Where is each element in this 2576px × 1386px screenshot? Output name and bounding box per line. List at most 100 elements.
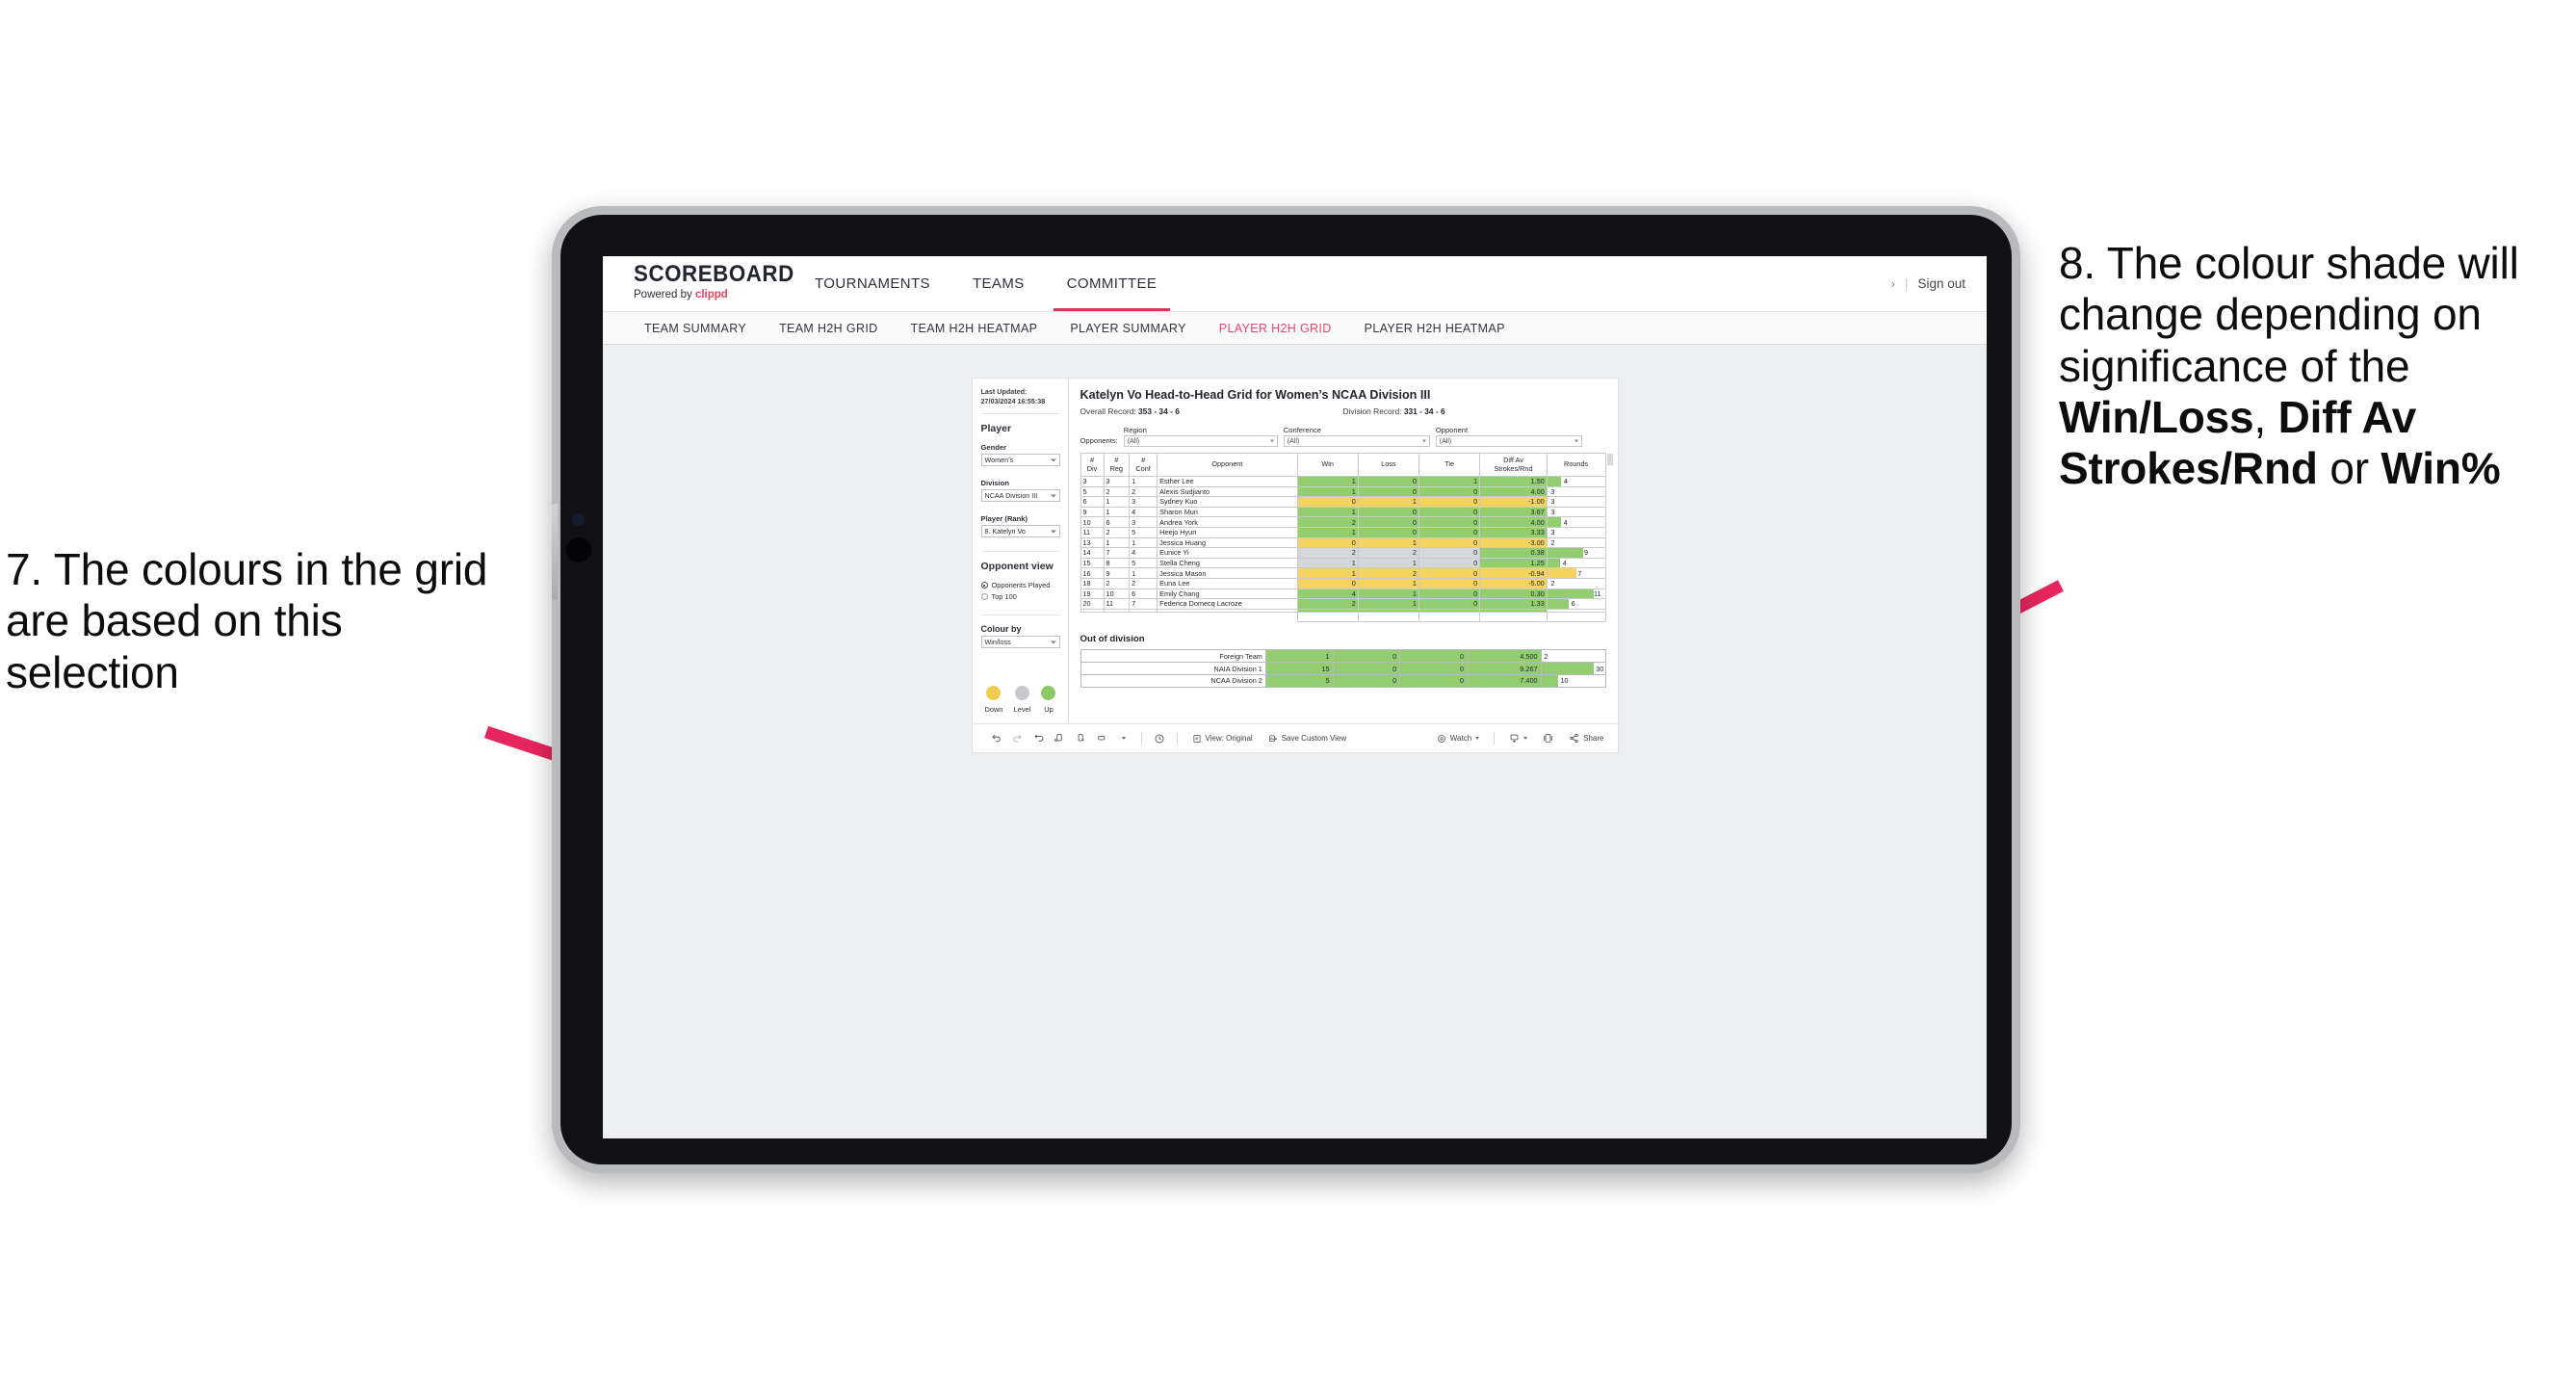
redo-icon[interactable] [1007, 733, 1028, 744]
table-row[interactable]: 13 1 1 Jessica Huang 0 1 0 -3.00 2 [1080, 536, 1606, 549]
cell-win: 1 [1296, 506, 1359, 518]
table-row[interactable]: 6 1 3 Sydney Kuo 0 1 0 -1.00 3 [1080, 496, 1606, 508]
division-select[interactable]: NCAA Division III [980, 489, 1060, 503]
empty-left [1080, 612, 1297, 622]
subnav-player-h2h-grid[interactable]: PLAYER H2H GRID [1203, 322, 1348, 335]
region-select[interactable]: (All) [1123, 435, 1278, 447]
player-rank-select[interactable]: 8. Katelyn Vo [980, 525, 1060, 538]
chevron-down-icon [1050, 641, 1056, 644]
gender-select[interactable]: Women’s [980, 454, 1060, 467]
legend-down: Down [985, 686, 1002, 714]
chevron-down-icon[interactable] [1113, 737, 1134, 741]
subnav-team-h2h-grid[interactable]: TEAM H2H GRID [763, 322, 894, 335]
table-empty-space [1080, 611, 1606, 623]
legend-up: Up [1041, 686, 1056, 714]
empty-win [1296, 611, 1359, 623]
subnav-player-summary[interactable]: PLAYER SUMMARY [1054, 322, 1202, 335]
cell-div: 16 [1080, 567, 1105, 579]
table-row[interactable]: NCAA Division 2 5 0 0 7.400 10 [1080, 673, 1606, 688]
signout-link[interactable]: Sign out [1917, 276, 1965, 291]
download-button[interactable] [1501, 733, 1535, 744]
cell-conf: 5 [1129, 557, 1158, 569]
history-icon[interactable] [1149, 733, 1170, 745]
brand-logo[interactable]: SCOREBOARD Powered by clippd [603, 256, 794, 311]
watch-button[interactable]: Watch [1429, 734, 1487, 744]
dashboard-body: Last Updated: 27/03/2024 16:55:38 Player… [973, 379, 1618, 724]
cell-opponent: Federica Domecq Lacroze [1157, 598, 1298, 610]
nav-committee[interactable]: COMMITTEE [1046, 256, 1179, 311]
conference-select[interactable]: (All) [1283, 435, 1430, 447]
cell-div: 19 [1080, 588, 1105, 600]
colour-by-label: Colour by [980, 624, 1022, 635]
opponents-tag: Opponents: [1080, 436, 1118, 445]
cell-rounds: 6 [1546, 598, 1606, 610]
radio-top-100[interactable]: Top 100 [980, 592, 1060, 601]
table-row[interactable]: 5 2 2 Alexis Sudjianto 1 0 0 4.00 3 [1080, 485, 1606, 498]
table-row[interactable]: NAIA Division 1 15 0 0 9.267 30 [1080, 662, 1606, 675]
cell-tie: 0 [1418, 557, 1481, 569]
table-row[interactable]: Foreign Team 1 0 0 4.500 2 [1080, 649, 1606, 664]
subnav-player-h2h-heatmap[interactable]: PLAYER H2H HEATMAP [1348, 322, 1522, 335]
table-row[interactable]: 14 7 4 Eunice Yi 2 2 0 0.38 9 [1080, 547, 1606, 559]
chevron-down-icon [1421, 439, 1426, 443]
view-original-button[interactable]: View: Original [1184, 734, 1261, 744]
refresh-icon[interactable] [1050, 733, 1071, 744]
cell-rounds: 2 [1546, 577, 1606, 589]
cell-loss: 1 [1357, 557, 1419, 569]
undo-icon[interactable] [986, 733, 1007, 744]
table-row[interactable]: 3 3 1 Esther Lee 1 0 1 1.50 4 [1080, 476, 1606, 487]
cell-opponent: Jessica Huang [1157, 536, 1298, 549]
cell-rounds: 10 [1540, 673, 1606, 688]
rounds-value: 4 [1563, 517, 1568, 527]
cell-rounds: 9 [1546, 547, 1606, 559]
cell-tie: 1 [1418, 476, 1481, 487]
cell-loss: 0 [1332, 673, 1401, 688]
cell-win: 2 [1296, 516, 1359, 528]
cell-conf: 5 [1129, 526, 1158, 538]
annotation-text: , [2253, 392, 2278, 443]
pause-icon[interactable] [1071, 733, 1092, 744]
vertical-scrollbar-thumb[interactable] [1606, 454, 1613, 465]
subnav-team-summary[interactable]: TEAM SUMMARY [628, 322, 763, 335]
colour-by-select[interactable]: Win/loss [980, 636, 1060, 649]
cell-win: 2 [1296, 547, 1359, 559]
opponent-filters: Opponents: Region (All) Conference (All)… [1080, 426, 1606, 447]
cell-opponent: Esther Lee [1157, 476, 1298, 487]
cell-tie: 0 [1418, 506, 1481, 518]
table-row[interactable]: 10 6 3 Andrea York 2 0 0 4.00 4 [1080, 516, 1606, 528]
highlight-icon[interactable] [1092, 733, 1113, 744]
table-row[interactable]: 16 9 1 Jessica Mason 1 2 0 -0.94 7 [1080, 567, 1606, 579]
gender-value: Women’s [984, 456, 1014, 465]
table-row[interactable]: 15 8 5 Stella Cheng 1 1 0 1.25 4 [1080, 557, 1606, 569]
subnav-team-h2h-heatmap[interactable]: TEAM H2H HEATMAP [895, 322, 1054, 335]
table-row[interactable]: 11 2 5 Heejo Hyun 1 0 0 3.33 3 [1080, 526, 1606, 538]
chevron-right-icon[interactable]: › [1891, 276, 1895, 291]
cell-rounds: 4 [1546, 476, 1606, 487]
nav-tournaments[interactable]: TOURNAMENTS [794, 256, 951, 311]
share-button[interactable]: Share [1561, 733, 1617, 744]
tablet-device: SCOREBOARD Powered by clippd TOURNAMENTS… [552, 206, 2020, 1173]
cell-rounds: 3 [1546, 485, 1606, 498]
cell-reg: 2 [1103, 577, 1131, 589]
chevron-down-icon [1050, 458, 1056, 462]
device-preview-button[interactable] [1535, 733, 1561, 744]
opponent-select[interactable]: (All) [1435, 435, 1582, 447]
table-row[interactable]: 9 1 4 Sharon Mun 1 0 0 3.67 3 [1080, 506, 1606, 518]
save-custom-view-button[interactable]: Save Custom View [1261, 734, 1354, 744]
cell-reg: 1 [1103, 536, 1131, 549]
cell-win: 0 [1296, 577, 1359, 589]
nav-teams[interactable]: TEAMS [951, 256, 1046, 311]
table-row[interactable]: 18 2 2 Euna Lee 0 1 0 -5.00 2 [1080, 577, 1606, 589]
filters-sidebar: Last Updated: 27/03/2024 16:55:38 Player… [973, 379, 1069, 724]
radio-opponents-played[interactable]: Opponents Played [980, 581, 1060, 589]
cell-diff: 9.267 [1466, 662, 1542, 675]
opponent-view-heading: Opponent view [980, 561, 1054, 573]
filter-label: Conference [1283, 426, 1322, 434]
revert-icon[interactable] [1028, 733, 1050, 744]
table-row[interactable]: 20 11 7 Federica Domecq Lacroze 2 1 0 1.33 6 [1080, 598, 1606, 610]
cell-opponent: Emily Chang [1157, 588, 1298, 600]
cell-div: 13 [1080, 536, 1105, 549]
signout-area: › | Sign out [1891, 256, 1965, 311]
player-heading: Player [980, 423, 1012, 435]
table-row[interactable]: 19 10 6 Emily Chang 4 1 0 0.30 11 [1080, 588, 1606, 600]
